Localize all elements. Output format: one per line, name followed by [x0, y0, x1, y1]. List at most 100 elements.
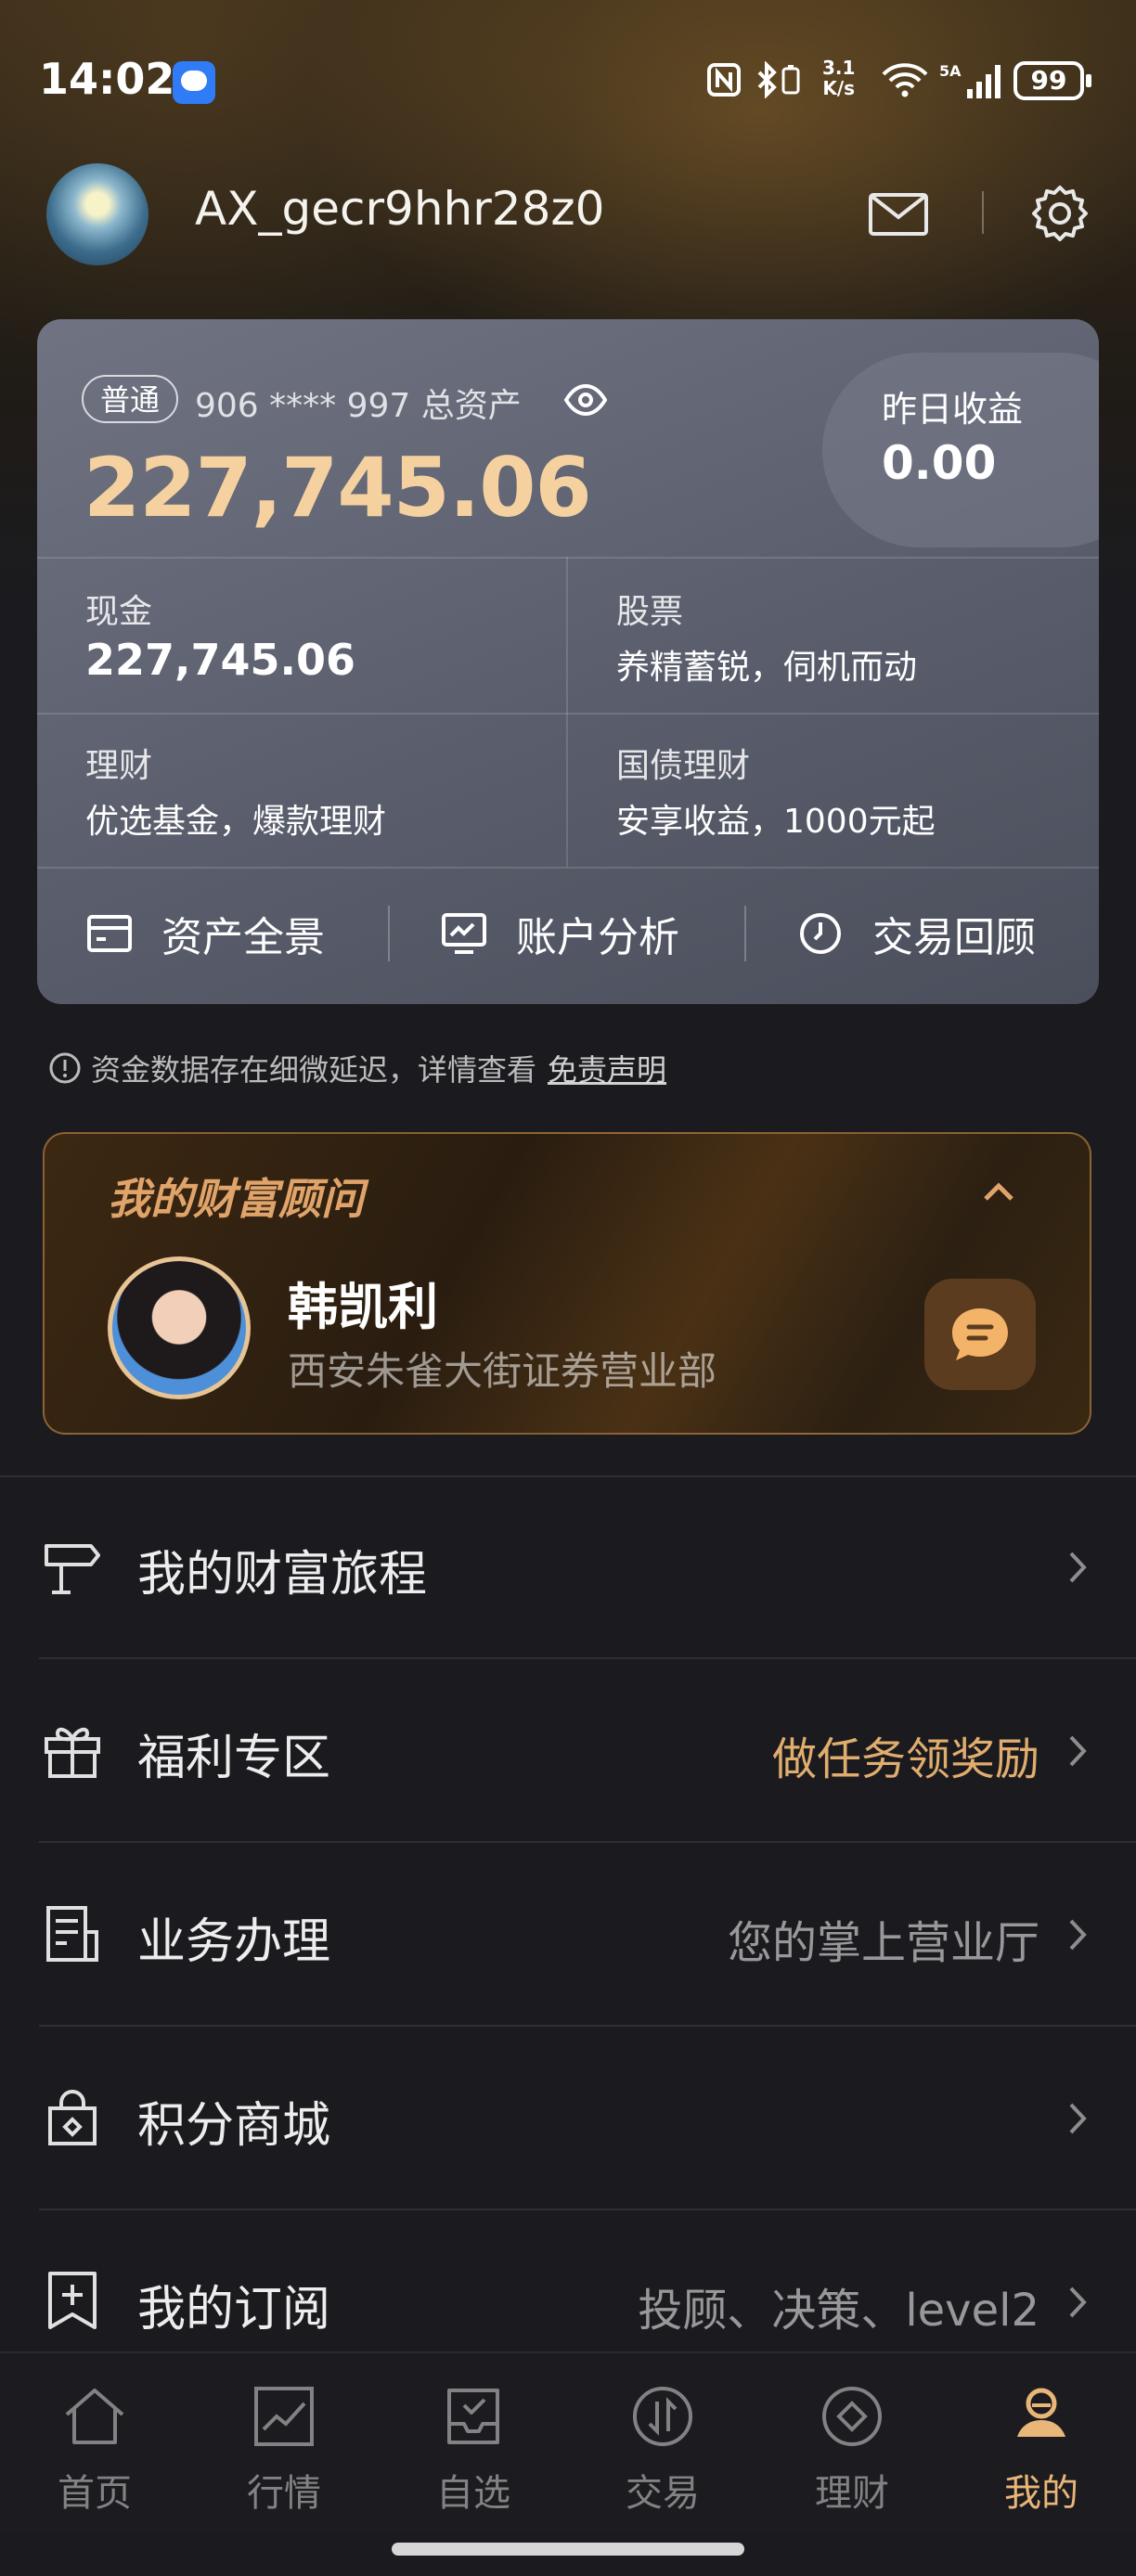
- advisor-branch: 西安朱雀大街证券营业部: [288, 1348, 717, 1394]
- yesterday-earnings-value: 0.00: [882, 436, 997, 490]
- disclaimer-text: 资金数据存在细微延迟，详情查看: [91, 1052, 537, 1088]
- account-type-tag: 普通: [82, 375, 179, 423]
- tab-home[interactable]: 首页: [0, 2353, 189, 2533]
- user-icon: [1017, 2388, 1065, 2437]
- wealth-label: 理财: [85, 747, 153, 785]
- wallet-icon: [87, 915, 132, 952]
- trade-review-label: 交易回顾: [872, 914, 1036, 961]
- username[interactable]: AX_gecr9hhr28z0: [195, 182, 604, 236]
- wifi-icon: [882, 63, 928, 97]
- menu-item-wealth-journey[interactable]: 我的财富旅程: [0, 1475, 1136, 1657]
- bottom-navigation: 首页 行情 自选 交易 理财 我的: [0, 2351, 1136, 2533]
- treasury-value: 安享收益，1000元起: [616, 803, 936, 841]
- card-divider: [37, 713, 1099, 715]
- cash-value: 227,745.06: [85, 635, 356, 685]
- trade-review-button[interactable]: 交易回顾: [796, 906, 1036, 961]
- network-type-label: 5A: [939, 62, 962, 80]
- menu-label: 业务办理: [137, 1914, 331, 1970]
- menu-hint: 您的掌上营业厅: [727, 1917, 1039, 1969]
- tab-label: 我的: [1004, 2472, 1078, 2515]
- battery-indicator: 99: [1013, 61, 1091, 100]
- chevron-right-icon: [1069, 2286, 1087, 2318]
- speed-value: 3.1: [822, 57, 856, 79]
- action-divider: [744, 906, 746, 961]
- stock-value: 养精蓄锐，伺机而动: [616, 649, 918, 687]
- tab-label: 首页: [58, 2472, 132, 2515]
- action-divider: [388, 906, 390, 961]
- chevron-right-icon: [1069, 2103, 1087, 2134]
- account-analysis-button[interactable]: 账户分析: [440, 906, 679, 961]
- account-analysis-label: 账户分析: [516, 914, 679, 961]
- chat-bubble-icon: [952, 1308, 1008, 1360]
- menu-label: 我的财富旅程: [137, 1547, 428, 1603]
- diamond-icon: [822, 2387, 882, 2446]
- exchange-icon: [633, 2387, 692, 2446]
- chevron-right-icon: [1069, 1919, 1087, 1951]
- settings-gear-icon[interactable]: [1026, 180, 1093, 247]
- chevron-up-icon[interactable]: [973, 1167, 1025, 1219]
- advisor-avatar[interactable]: [108, 1256, 251, 1399]
- card-divider: [37, 557, 1099, 559]
- eye-toggle-icon[interactable]: [562, 377, 609, 423]
- menu-label: 我的订阅: [137, 2282, 331, 2338]
- tab-watchlist[interactable]: 自选: [379, 2353, 568, 2533]
- home-indicator[interactable]: [392, 2543, 744, 2556]
- tab-market[interactable]: 行情: [189, 2353, 379, 2533]
- tab-label: 交易: [626, 2472, 700, 2515]
- tab-mine[interactable]: 我的: [947, 2353, 1136, 2533]
- menu-item-business-service[interactable]: 业务办理 您的掌上营业厅: [0, 1843, 1136, 2025]
- shopping-bag-icon: [48, 2090, 97, 2145]
- clock-icon: [800, 913, 841, 954]
- home-icon: [65, 2389, 124, 2444]
- total-assets-value[interactable]: 227,745.06: [84, 440, 592, 535]
- status-bar: 14:02 3.1 K/s 5A 99: [0, 0, 1136, 167]
- stock-label: 股票: [616, 593, 684, 631]
- wealth-value: 优选基金，爆款理财: [85, 803, 387, 841]
- nfc-icon: [707, 63, 741, 97]
- chevron-right-icon: [1069, 1552, 1087, 1583]
- user-avatar[interactable]: [46, 163, 148, 265]
- bookmark-plus-icon: [48, 2272, 97, 2329]
- menu-hint: 做任务领奖励: [771, 1733, 1039, 1785]
- monitor-chart-icon: [442, 913, 486, 954]
- menu-hint: 投顾、决策、level2: [638, 2285, 1039, 2337]
- signpost-icon: [45, 1544, 100, 1594]
- menu-label: 积分商城: [137, 2098, 331, 2154]
- advisor-card-title: 我的财富顾问: [108, 1174, 364, 1224]
- gift-icon: [45, 1727, 100, 1778]
- tab-label: 理财: [815, 2472, 889, 2515]
- header-divider: [982, 191, 984, 234]
- cellular-signal-icon: 5A: [939, 62, 1000, 98]
- menu-label: 福利专区: [137, 1731, 331, 1786]
- disclaimer-link[interactable]: 免责声明: [548, 1047, 666, 1089]
- speed-unit: K/s: [822, 77, 856, 99]
- network-speed: 3.1 K/s: [822, 58, 855, 98]
- tab-wealth[interactable]: 理财: [757, 2353, 947, 2533]
- chart-icon: [254, 2387, 314, 2446]
- treasury-label: 国债理财: [616, 747, 751, 785]
- menu-item-welfare-zone[interactable]: 福利专区 做任务领奖励: [0, 1659, 1136, 1841]
- asset-card: 普通 906 **** 997 总资产 227,745.06 昨日收益 0.00…: [37, 319, 1099, 1004]
- tab-trade[interactable]: 交易: [568, 2353, 757, 2533]
- inbox-check-icon: [447, 2389, 499, 2444]
- asset-overview-button[interactable]: 资产全景: [85, 906, 325, 961]
- menu-item-points-mall[interactable]: 积分商城: [0, 2027, 1136, 2209]
- document-icon: [46, 1906, 98, 1962]
- info-icon: [49, 1052, 81, 1084]
- status-time: 14:02: [39, 54, 175, 104]
- advisor-chat-button[interactable]: [924, 1279, 1036, 1390]
- card-divider-vertical: [566, 557, 568, 867]
- mail-icon[interactable]: [865, 180, 932, 247]
- chevron-right-icon: [1069, 1735, 1087, 1767]
- data-delay-notice: 资金数据存在细微延迟，详情查看 免责声明: [48, 1047, 666, 1089]
- account-number-label: 906 **** 997 总资产: [195, 387, 522, 425]
- yesterday-earnings-label: 昨日收益: [882, 389, 1024, 430]
- advisor-name: 韩凯利: [288, 1278, 438, 1336]
- tab-label: 自选: [436, 2472, 510, 2515]
- wealth-advisor-card: 我的财富顾问 韩凯利 西安朱雀大街证券营业部: [43, 1132, 1091, 1435]
- card-divider: [37, 867, 1099, 869]
- tab-label: 行情: [247, 2472, 321, 2515]
- cash-label: 现金: [85, 593, 153, 631]
- bluetooth-icon: [757, 61, 800, 98]
- message-notification-icon: [173, 61, 215, 104]
